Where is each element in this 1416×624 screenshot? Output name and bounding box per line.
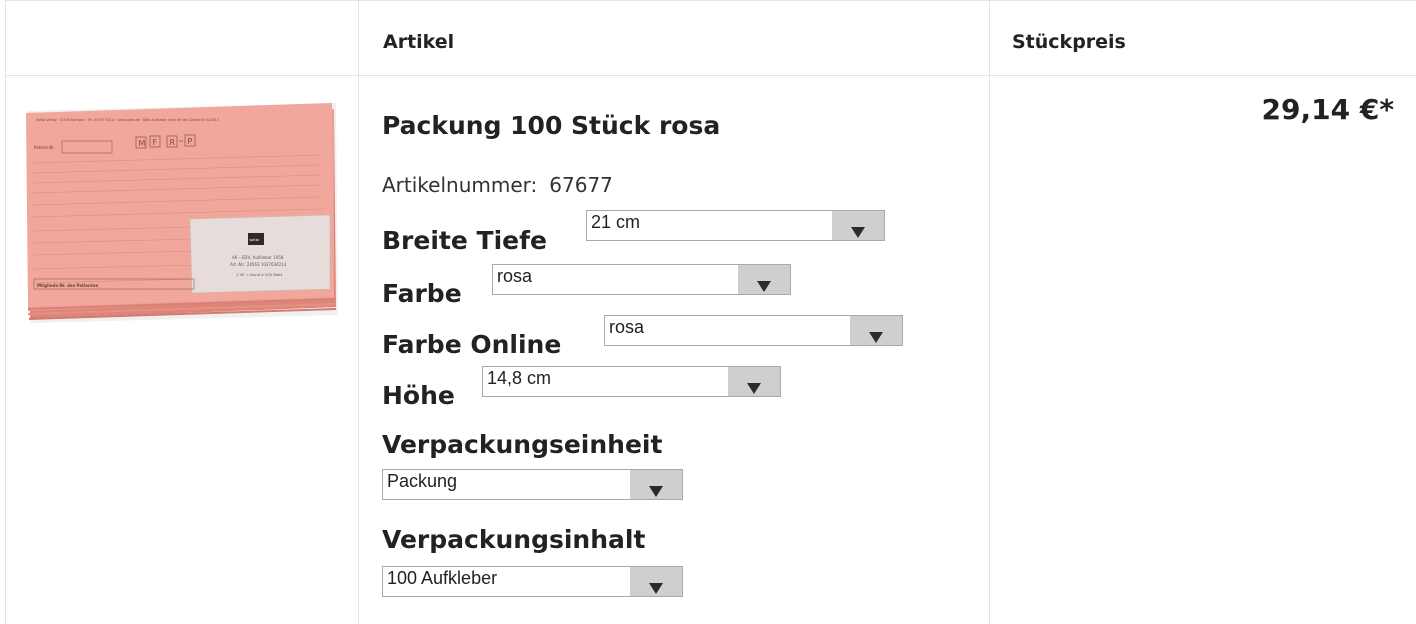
chevron-down-icon <box>747 383 761 394</box>
article-number-label: Artikelnummer: <box>382 173 538 197</box>
article-number-value: 67677 <box>549 173 613 197</box>
card-label-line3: 1 VE = Bund à 100 Blatt <box>236 272 283 277</box>
article-number-row: Artikelnummer: 67677 <box>382 173 613 197</box>
option-label-color: Farbe <box>382 279 462 308</box>
dropdown-button[interactable] <box>738 265 790 294</box>
column-header-unit-price: Stückpreis <box>1012 31 1126 53</box>
select-value: rosa <box>609 317 645 337</box>
select-value: rosa <box>497 266 533 286</box>
card-company-line: Spitta Verlag · 72336 Balingen · Tel. 07… <box>36 118 219 122</box>
select-width-depth[interactable]: 21 cm <box>586 210 885 241</box>
card-field-label: Patient-Nr. <box>34 145 55 150</box>
table-grid-line <box>989 0 990 624</box>
select-value: 100 Aufkleber <box>387 568 498 588</box>
card-label-line1: AK – EDV, Aufkleber 1058 <box>232 255 284 260</box>
select-color[interactable]: rosa <box>492 264 791 295</box>
dropdown-button[interactable] <box>630 470 682 499</box>
select-value: 21 cm <box>591 212 641 232</box>
table-grid-line <box>358 0 359 624</box>
option-label-packaging-unit: Verpackungseinheit <box>382 430 663 459</box>
product-title[interactable]: Packung 100 Stück rosa <box>382 111 720 140</box>
select-packaging-content[interactable]: 100 Aufkleber <box>382 566 683 597</box>
option-label-height: Höhe <box>382 381 455 410</box>
table-grid-line <box>5 75 1416 76</box>
product-image[interactable]: Spitta Verlag · 72336 Balingen · Tel. 07… <box>22 93 340 327</box>
select-value: 14,8 cm <box>487 368 552 388</box>
table-grid-line <box>5 0 6 624</box>
card-brand: spitta <box>250 238 260 242</box>
card-label-line2: Art.-Nr.: 24563 1037034214 <box>230 262 287 267</box>
dropdown-button[interactable] <box>832 211 884 240</box>
option-label-packaging-content: Verpackungsinhalt <box>382 525 646 554</box>
table-grid-line <box>5 0 1416 1</box>
option-label-width-depth: Breite Tiefe <box>382 226 547 255</box>
select-color-online[interactable]: rosa <box>604 315 903 346</box>
option-label-color-online: Farbe Online <box>382 330 562 359</box>
select-value: Packung <box>387 471 458 491</box>
chevron-down-icon <box>869 332 883 343</box>
column-header-article: Artikel <box>383 31 455 53</box>
chevron-down-icon <box>649 486 663 497</box>
card-footer: Mitglieds-Nr. des Patienten <box>37 283 98 288</box>
card-box-p: P <box>188 137 193 146</box>
card-box-f: F <box>153 138 158 147</box>
chevron-down-icon <box>757 281 771 292</box>
chevron-down-icon <box>851 227 865 238</box>
dropdown-button[interactable] <box>630 567 682 596</box>
dropdown-button[interactable] <box>728 367 780 396</box>
chevron-down-icon <box>649 583 663 594</box>
select-packaging-unit[interactable]: Packung <box>382 469 683 500</box>
unit-price: 29,14 €* <box>1261 93 1394 126</box>
card-box-r: R <box>170 138 176 147</box>
card-box-m: M <box>139 139 146 148</box>
select-height[interactable]: 14,8 cm <box>482 366 781 397</box>
dropdown-button[interactable] <box>850 316 902 345</box>
